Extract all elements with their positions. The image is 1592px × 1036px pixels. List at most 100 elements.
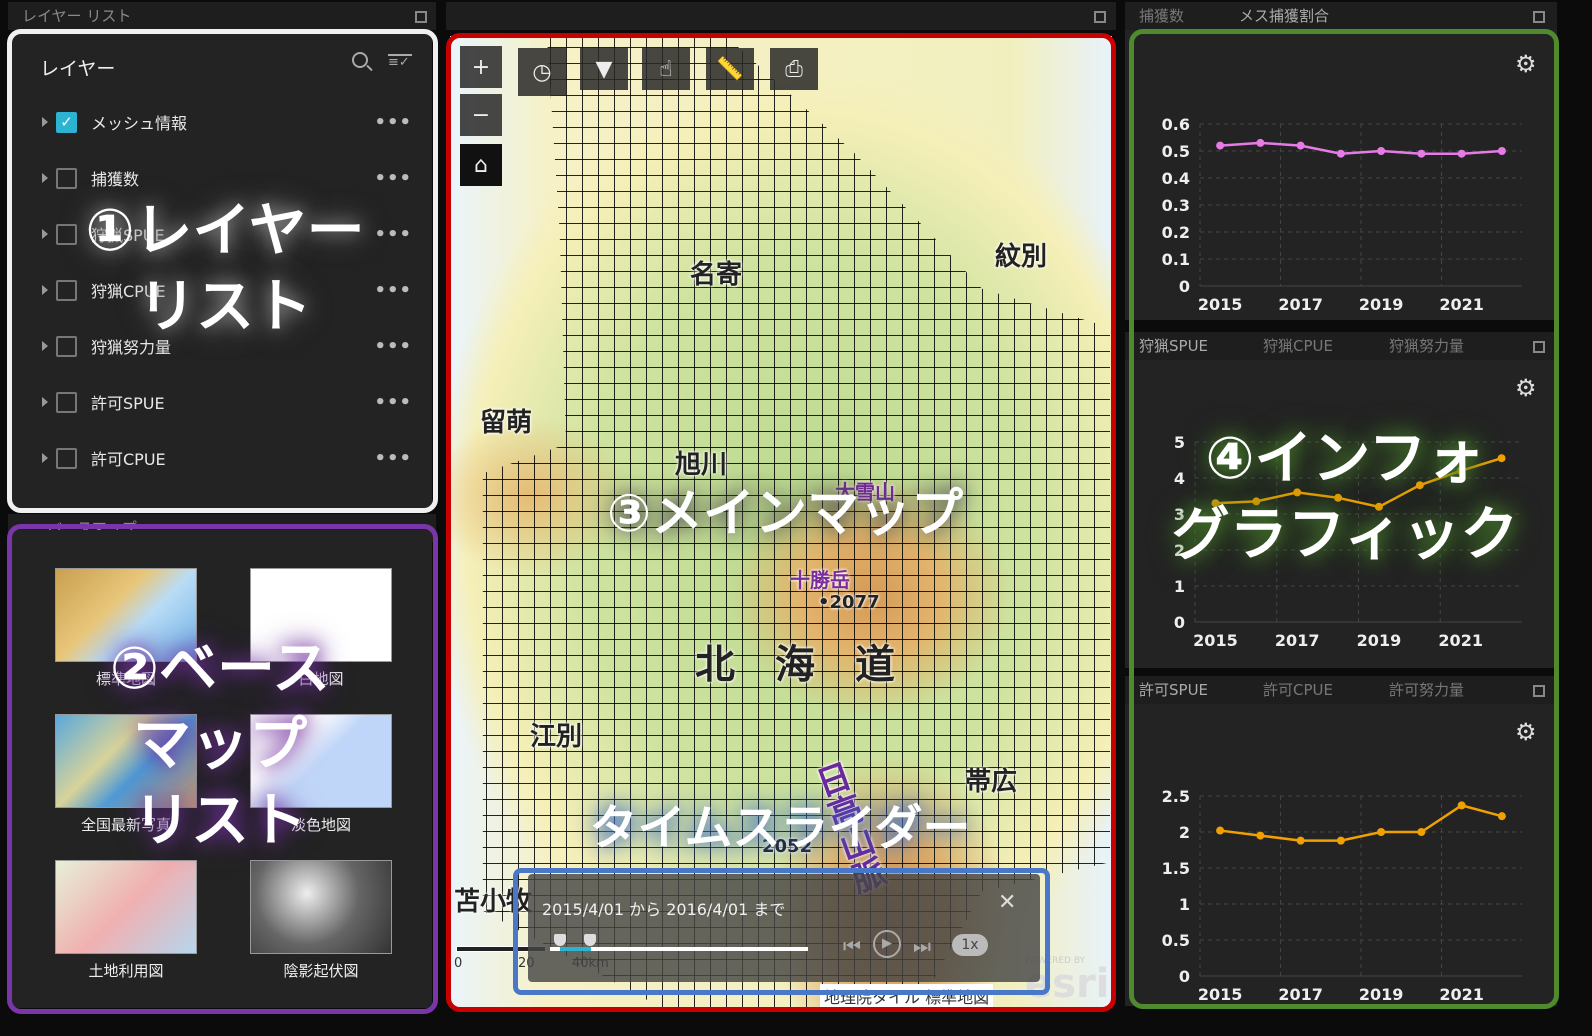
- select-button[interactable]: ☝: [642, 48, 690, 90]
- infographic-panel: 捕獲数 メス捕獲割合 ⚙ 0 0.1 0.2 0.3 0.4 0.5 0.6 2015 2017 2…: [1125, 2, 1557, 320]
- ruler-icon: 📏: [716, 56, 744, 82]
- maximize-icon[interactable]: [1094, 11, 1106, 23]
- layer-visibility-checkbox[interactable]: [56, 167, 77, 189]
- data-point: [1417, 828, 1426, 836]
- more-options-icon[interactable]: •••: [374, 280, 412, 301]
- previous-button[interactable]: ⏮: [843, 934, 861, 958]
- x-tick-label: 2019: [1359, 985, 1404, 1004]
- x-tick-label: 2021: [1439, 295, 1484, 314]
- layer-panel-title: レイヤー: [40, 58, 116, 80]
- time-slider-end-handle[interactable]: [584, 934, 596, 946]
- layer-panel-header: レイヤー リスト: [8, 2, 436, 30]
- data-point: [1336, 149, 1345, 158]
- filter-icon: ▼: [595, 56, 613, 82]
- more-options-icon[interactable]: •••: [374, 336, 412, 357]
- data-point: [1457, 801, 1466, 810]
- layer-visibility-checkbox[interactable]: [56, 279, 77, 301]
- y-tick-label: 0.4: [1162, 169, 1190, 188]
- x-tick-label: 2017: [1278, 295, 1323, 314]
- layer-visibility-checkbox[interactable]: [56, 335, 77, 357]
- print-button[interactable]: ⎙: [770, 48, 818, 90]
- data-point: [1457, 149, 1466, 158]
- layer-visibility-checkbox[interactable]: [56, 447, 77, 469]
- y-tick-label: 0: [1179, 277, 1190, 296]
- time-range-text: 2015/4/01 から 2016/4/01 まで: [542, 900, 786, 919]
- layer-visibility-checkbox[interactable]: [56, 223, 77, 245]
- line-chart: 0 0.1 0.2 0.3 0.4 0.5 0.6 2015 2017 2019 2021: [1162, 115, 1522, 314]
- x-tick-label: 2015: [1193, 631, 1238, 650]
- scale-label-zero: 0: [454, 956, 463, 971]
- filter-list-icon[interactable]: ≡✓: [388, 54, 412, 74]
- time-slider-start-handle[interactable]: [554, 934, 566, 946]
- map-label-hokkaido: 北 海 道: [695, 642, 895, 688]
- x-tick-label: 2017: [1275, 631, 1320, 650]
- home-button[interactable]: ⌂: [460, 144, 502, 186]
- search-icon-handle: [366, 64, 373, 72]
- annotation-basemap: ②ベース マップ リスト: [109, 634, 331, 854]
- line-chart: 0 0.5 1 1.5 2 2.5 2015 2017 2019 2021: [1162, 787, 1522, 1004]
- more-options-icon[interactable]: •••: [374, 168, 412, 189]
- expand-icon[interactable]: [42, 117, 48, 127]
- y-tick-label: 0.1: [1162, 250, 1190, 269]
- layer-label: メッシュ情報: [91, 114, 188, 133]
- expand-icon[interactable]: [42, 285, 48, 295]
- basemap-item[interactable]: 土地利用図: [55, 860, 197, 981]
- zoom-out-button[interactable]: −: [460, 94, 502, 136]
- data-point: [1336, 836, 1345, 845]
- map-label-elev1: •2077: [818, 592, 880, 613]
- next-button[interactable]: ⏭: [913, 934, 931, 958]
- map-attribution: 地理院タイル 標準地図: [820, 984, 994, 1008]
- more-options-icon[interactable]: •••: [374, 224, 412, 245]
- data-point: [1216, 141, 1225, 150]
- y-tick-label: 0.3: [1162, 196, 1190, 215]
- y-tick-label: 0.6: [1162, 115, 1190, 134]
- speed-button[interactable]: 1x: [952, 934, 988, 956]
- more-options-icon[interactable]: •••: [374, 392, 412, 413]
- basemap-thumbnail[interactable]: [55, 860, 197, 954]
- expand-icon[interactable]: [42, 453, 48, 463]
- basemap-thumbnail[interactable]: [250, 860, 392, 954]
- layer-item[interactable]: 許可SPUE •••: [42, 382, 412, 422]
- play-button[interactable]: ▶: [873, 930, 901, 958]
- y-tick-label: 1: [1174, 577, 1185, 596]
- map-label-tomakomai: 苫小牧: [454, 887, 533, 917]
- y-tick-label: 0.2: [1162, 223, 1190, 242]
- more-options-icon[interactable]: •••: [374, 112, 412, 133]
- expand-icon[interactable]: [42, 341, 48, 351]
- layer-item[interactable]: 許可CPUE •••: [42, 438, 412, 478]
- infographic-panel: 許可SPUE 許可CPUE 許可努力量 ⚙ 0 0.5 1 1.5 2 2.5 2015 2017…: [1125, 676, 1557, 1006]
- select-icon: ☝: [659, 56, 673, 82]
- map-label-nayoro: 名寄: [690, 260, 743, 290]
- y-tick-label: 0.5: [1162, 142, 1190, 161]
- annotation-layer-list: ①レイヤー リスト: [85, 196, 365, 340]
- layer-visibility-checkbox[interactable]: ✓: [56, 111, 77, 133]
- time-slider-toggle-button[interactable]: ◷: [518, 48, 566, 96]
- y-tick-label: 1: [1179, 895, 1190, 914]
- expand-icon[interactable]: [42, 397, 48, 407]
- measure-button[interactable]: 📏: [706, 48, 754, 90]
- x-tick-label: 2021: [1439, 985, 1484, 1004]
- data-point: [1296, 836, 1305, 845]
- annotation-main-map: ③メインマップ: [606, 484, 964, 544]
- expand-icon[interactable]: [42, 173, 48, 183]
- filter-button[interactable]: ▼: [580, 48, 628, 90]
- expand-icon[interactable]: [42, 229, 48, 239]
- maximize-icon[interactable]: [415, 11, 427, 23]
- zoom-in-button[interactable]: +: [460, 46, 502, 88]
- basemap-item[interactable]: 陰影起伏図: [250, 860, 392, 981]
- close-icon[interactable]: ✕: [998, 890, 1016, 915]
- time-slider: 2015/4/01 から 2016/4/01 まで ✕ ⏮ ▶ ⏭ 1x: [528, 874, 1040, 982]
- layer-item[interactable]: ✓ メッシュ情報 •••: [42, 102, 412, 142]
- more-options-icon[interactable]: •••: [374, 448, 412, 469]
- data-point: [1497, 147, 1506, 155]
- map-label-monbetsu: 紋別: [995, 242, 1048, 272]
- y-tick-label: 0: [1174, 613, 1185, 632]
- x-tick-label: 2015: [1198, 295, 1243, 314]
- layer-visibility-checkbox[interactable]: [56, 391, 77, 413]
- x-tick-label: 2019: [1357, 631, 1402, 650]
- print-icon: ⎙: [785, 56, 803, 82]
- clock-icon: ◷: [532, 59, 552, 85]
- home-icon: ⌂: [474, 152, 488, 178]
- basemap-label: 陰影起伏図: [283, 962, 359, 980]
- data-point: [1497, 812, 1506, 821]
